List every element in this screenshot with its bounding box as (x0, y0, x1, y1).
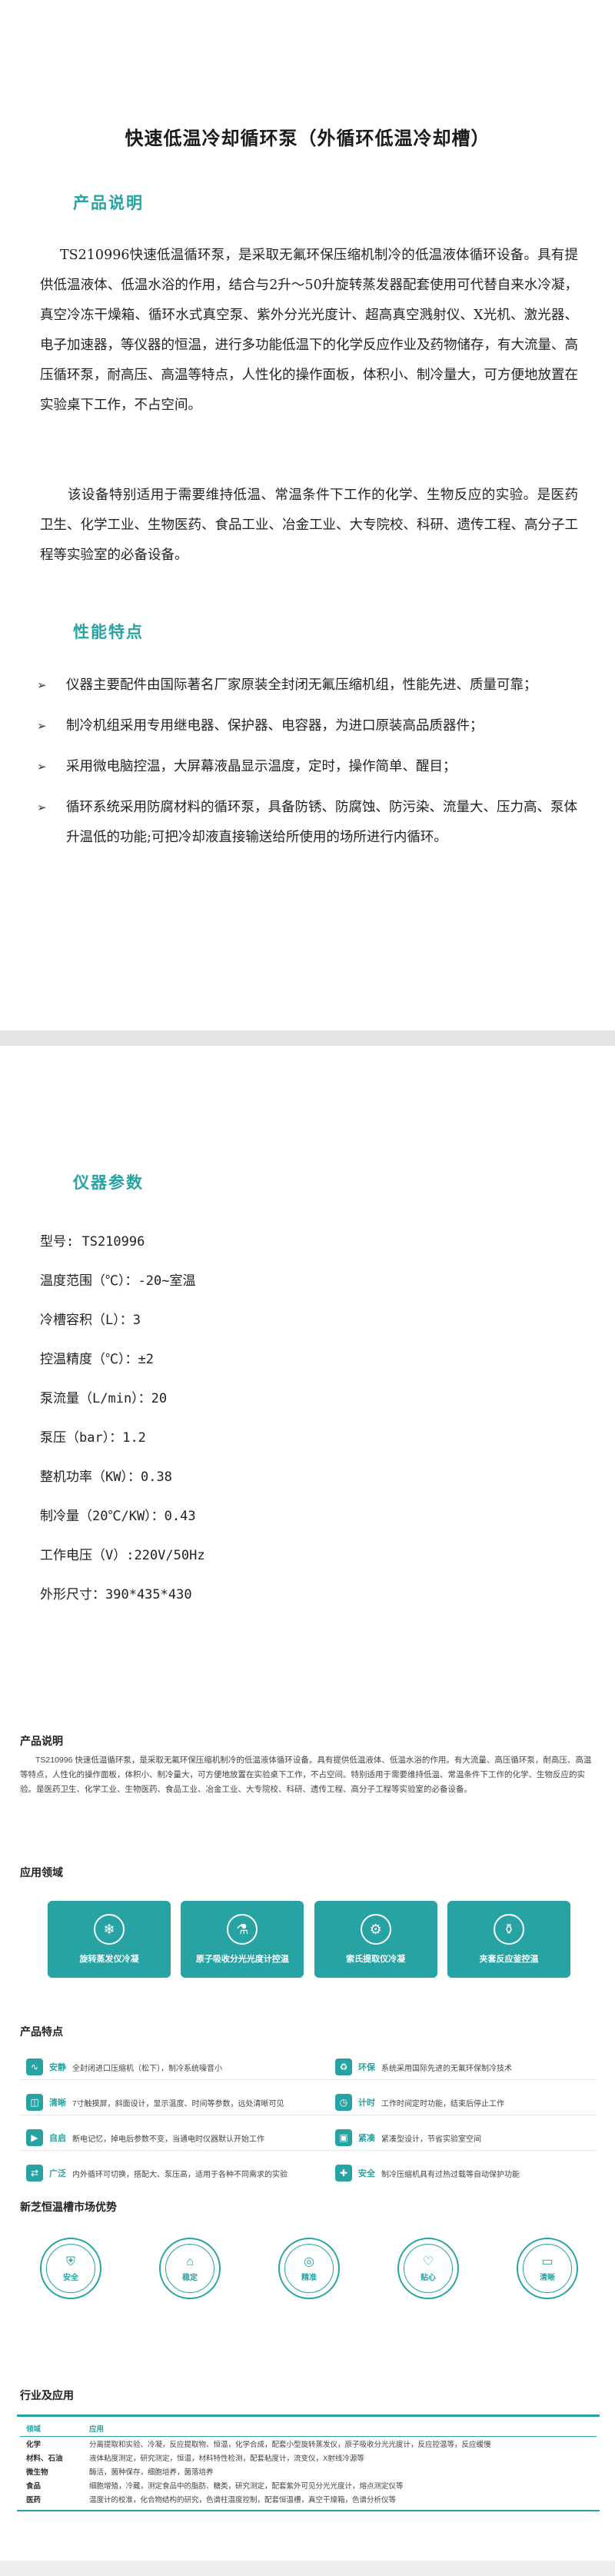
app-card: ⚗ 原子吸收分光光度计控温 (181, 1901, 304, 1978)
spec-item: 外形尺寸：390*435*430 (40, 1587, 192, 1603)
advantage-badge: ⌂ 稳定 (159, 2238, 221, 2299)
house-icon: ⌂ (186, 2255, 194, 2268)
vessel-icon: ⚱ (493, 1914, 524, 1945)
app-card: ⚱ 夹套反应釜控温 (447, 1901, 570, 1978)
feat-heading: 产品特点 (20, 2025, 63, 2038)
page-title: 快速低温冷却循环泵（外循环低温冷却槽） (125, 127, 490, 149)
table-row: 食品 细胞增殖，冷藏，测定食品中的脂肪、糖类，研究测定，配套紫外可见分光光度计，熔… (26, 2482, 404, 2491)
industry-heading: 行业及应用 (20, 2389, 74, 2401)
advantage-badge: ♡ 贴心 (397, 2238, 459, 2299)
spec-item: 工作电压（V）:220V/50Hz (40, 1548, 205, 1563)
switch-icon: ⇄ (26, 2165, 43, 2182)
adv-heading: 新芝恒温槽市场优势 (20, 2201, 117, 2213)
advantage-badge: ▭ 清晰 (517, 2238, 578, 2299)
feature-item: ⇄ 广泛 内外循环可切换，搭配大、泵压高，适用于各种不同需求的实验 (26, 2162, 303, 2184)
table-row: 材料、石油 液体粘度测定，研究测定，恒温，材料特性检测，配套粘度计，流变仪，X射线… (26, 2455, 364, 2463)
section-divider (0, 1030, 615, 1046)
params-heading: 仪器参数 (73, 1173, 144, 1192)
wave-icon: ∿ (26, 2058, 43, 2075)
spec-item: 温度范围（℃）：-20~室温 (40, 1273, 196, 1289)
apps-heading: 应用领域 (20, 1866, 63, 1879)
column-header: 应用 (83, 2421, 597, 2437)
product-desc-heading: 产品说明 (73, 193, 144, 212)
clock-icon: ◷ (335, 2094, 352, 2111)
feature-item: ◷ 计时 工作时间定时功能，结束后停止工作 (335, 2092, 612, 2113)
feature-item: ▣ 紧凑 紧凑型设计，节省实验室空间 (335, 2127, 612, 2148)
features-list: ➢ 仪器主要配件由国际著名厂家原装全封闭无氟压缩机组，性能先进、质量可靠； ➢ 制冷… (37, 671, 583, 864)
table-row: 医药 温度计的校准，化合物结构的研究，色谱柱温度控制，配套恒温槽，真空干燥箱，色谱… (26, 2496, 397, 2504)
column-header: 领域 (20, 2421, 83, 2437)
spec-item: 整机功率（KW）：0.38 (40, 1469, 172, 1485)
gear-icon: ⚙ (360, 1914, 391, 1945)
arrow-icon: ➢ (37, 678, 47, 692)
intro-section: 快速低温冷却循环泵（外循环低温冷却槽） 产品说明 TS210996快速低温循环泵… (0, 0, 615, 1030)
footer-band (0, 2561, 615, 2576)
product-desc-paragraph-2: 该设备特别适用于需要维持低温、常温条件下工作的化学、生物反应的实验。是医药卫生、… (40, 488, 578, 563)
arrow-icon: ➢ (37, 760, 47, 774)
list-item: ➢ 制冷机组采用专用继电器、保护器、电容器，为进口原装高品质器件； (37, 711, 583, 741)
divider (20, 2150, 597, 2151)
compact-icon: ▣ (335, 2129, 352, 2146)
divider (20, 2079, 597, 2080)
play-icon: ▶ (26, 2129, 43, 2146)
flask-icon: ⚗ (227, 1914, 258, 1945)
arrow-icon: ➢ (37, 719, 47, 733)
product-page: 快速低温冷却循环泵（外循环低温冷却槽） 产品说明 TS210996快速低温循环泵… (0, 0, 615, 2576)
spec-item: 制冷量（20℃/KW）：0.43 (40, 1509, 196, 1524)
features-heading: 性能特点 (73, 622, 144, 641)
list-item: ➢ 采用微电脑控温，大屏幕液晶显示温度，定时，操作简单、醒目； (37, 752, 583, 782)
spec-item: 控温精度（℃）：±2 (40, 1352, 154, 1367)
feature-item: ∿ 安静 全封闭进口压缩机（松下），制冷系统噪音小 (26, 2056, 303, 2078)
arrow-icon: ➢ (37, 800, 47, 814)
feature-item: ▶ 自启 断电记忆，掉电后参数不变，当通电时仪器默认开始工作 (26, 2127, 303, 2148)
recycle-icon: ♻ (335, 2058, 352, 2075)
target-icon: ◎ (304, 2255, 314, 2268)
table-row: 微生物 酶活，菌种保存，细胞培养，菌落培养 (26, 2468, 214, 2477)
screen-icon: ◫ (26, 2094, 43, 2111)
display-icon: ▭ (541, 2255, 554, 2268)
spec-item: 型号: TS210996 (40, 1234, 145, 1250)
advantages-row: ⛨ 安全 ⌂ 稳定 ◎ 精准 ♡ 贴心 ▭ 清晰 (40, 2238, 578, 2299)
app-card: ⚙ 索氏提取仪冷凝 (314, 1901, 437, 1978)
apps-row: ❄ 旋转蒸发仪冷凝 ⚗ 原子吸收分光光度计控温 ⚙ 索氏提取仪冷凝 ⚱ 夹套反应釜控温 (48, 1901, 570, 1978)
info-desc-heading: 产品说明 (20, 1735, 63, 1747)
list-item: ➢ 循环系统采用防腐材料的循环泵，具备防锈、防腐蚀、防污染、流量大、压力高、泵体升… (37, 793, 583, 853)
info-desc-text: TS210996 快速低温循环泵，是采取无氟环保压缩机制冷的低温液体循环设备。具… (20, 1756, 592, 1794)
list-item: ➢ 仪器主要配件由国际著名厂家原装全封闭无氟压缩机组，性能先进、质量可靠； (37, 671, 583, 701)
feature-item: ◫ 清晰 7寸触摸屏，斜面设计，显示温度、时间等参数，远处清晰可见 (26, 2092, 303, 2113)
feature-item: ♻ 环保 系统采用国际先进的无氟环保制冷技术 (335, 2056, 612, 2078)
app-card: ❄ 旋转蒸发仪冷凝 (48, 1901, 171, 1978)
table-row: 化学 分离提取和实验、冷凝，反应提取物、恒温，化学合成，配套小型旋转蒸发仪，原子吸… (26, 2441, 491, 2449)
product-desc-paragraph-1: TS210996快速低温循环泵，是采取无氟环保压缩机制冷的低温液体循环设备。具有… (40, 248, 578, 413)
spec-item: 泵压（bar）：1.2 (40, 1430, 146, 1446)
industry-table: 领域 应用 化学 分离提取和实验、冷凝，反应提取物、恒温，化学合成，配套小型旋转蒸… (20, 2421, 597, 2506)
feature-item: ✚ 安全 制冷压缩机具有过热过载等自动保护功能 (335, 2162, 612, 2184)
spec-item: 泵流量（L/min）：20 (40, 1391, 168, 1406)
spec-item: 冷槽容积（L）：3 (40, 1313, 141, 1328)
snowflake-icon: ❄ (94, 1914, 125, 1945)
shield-icon: ⛨ (65, 2255, 75, 2268)
params-list: 型号: TS210996 温度范围（℃）：-20~室温 冷槽容积（L）：3 控温… (40, 1223, 532, 1615)
advantage-badge: ⛨ 安全 (40, 2238, 101, 2299)
heart-icon: ♡ (422, 2255, 434, 2268)
advantage-badge: ◎ 精准 (278, 2238, 340, 2299)
shield-plus-icon: ✚ (335, 2165, 352, 2182)
